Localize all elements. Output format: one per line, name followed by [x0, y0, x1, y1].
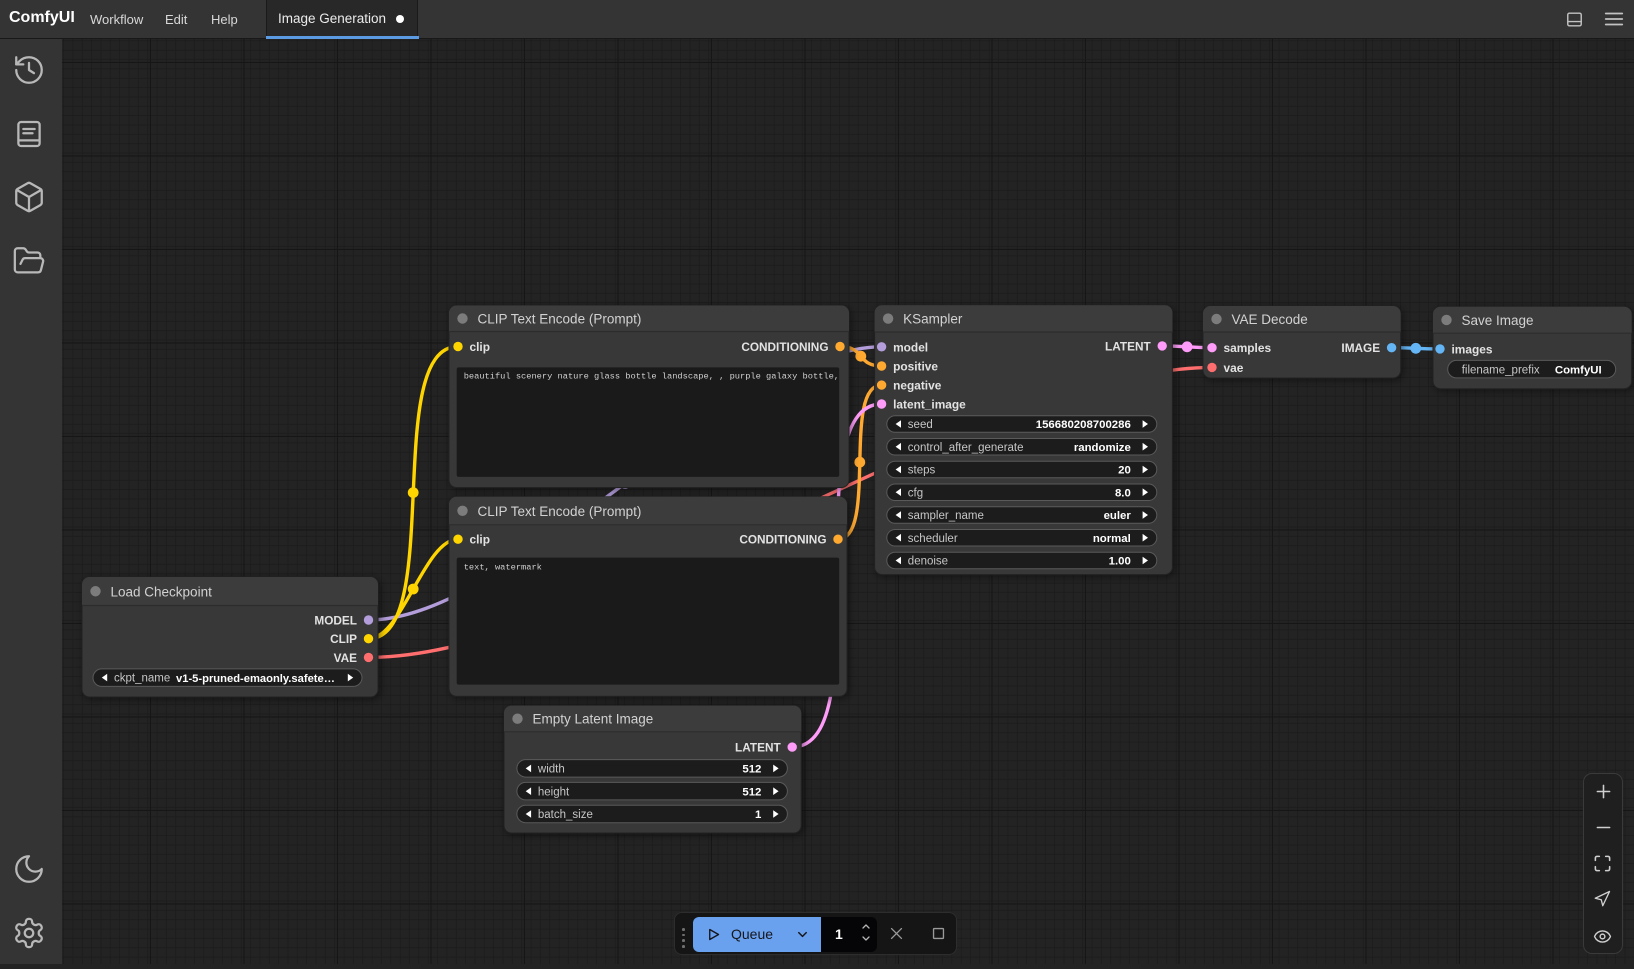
svg-text:IMAGE: IMAGE [1341, 341, 1380, 355]
svg-text:v1-5-pruned-emaonly.safete…: v1-5-pruned-emaonly.safete… [176, 673, 335, 685]
svg-text:VAE Decode: VAE Decode [1232, 312, 1308, 327]
svg-text:CONDITIONING: CONDITIONING [741, 340, 828, 354]
svg-text:CLIP: CLIP [330, 632, 357, 646]
svg-text:steps: steps [908, 465, 936, 477]
svg-text:156680208700286: 156680208700286 [1036, 419, 1131, 431]
svg-text:negative: negative [893, 379, 942, 393]
svg-text:text, watermark: text, watermark [464, 563, 542, 573]
svg-text:LATENT: LATENT [1105, 339, 1151, 353]
svg-text:normal: normal [1093, 533, 1131, 545]
svg-text:randomize: randomize [1074, 442, 1131, 454]
svg-text:batch_size: batch_size [538, 809, 593, 821]
svg-text:VAE: VAE [334, 651, 358, 665]
svg-text:images: images [1452, 342, 1493, 356]
svg-text:clip: clip [470, 533, 490, 547]
svg-text:latent_image: latent_image [893, 398, 966, 412]
svg-text:512: 512 [742, 786, 761, 798]
svg-text:denoise: denoise [908, 556, 948, 568]
svg-text:filename_prefix: filename_prefix [1462, 364, 1540, 376]
svg-text:Load Checkpoint: Load Checkpoint [111, 584, 213, 599]
svg-text:Save Image: Save Image [1462, 313, 1534, 328]
svg-text:sampler_name: sampler_name [908, 510, 984, 522]
svg-text:beautiful scenery nature glass: beautiful scenery nature glass bottle la… [464, 372, 839, 382]
svg-text:CLIP Text Encode (Prompt): CLIP Text Encode (Prompt) [478, 504, 642, 519]
svg-text:vae: vae [1224, 361, 1244, 375]
svg-text:KSampler: KSampler [903, 312, 963, 327]
svg-text:20: 20 [1118, 465, 1131, 477]
svg-text:1: 1 [755, 809, 762, 821]
svg-text:1.00: 1.00 [1109, 556, 1131, 568]
svg-text:euler: euler [1104, 510, 1132, 522]
svg-text:ComfyUI: ComfyUI [1555, 364, 1602, 376]
svg-text:512: 512 [742, 764, 761, 776]
svg-text:8.0: 8.0 [1115, 487, 1131, 499]
svg-text:cfg: cfg [908, 487, 923, 499]
svg-text:CLIP Text Encode (Prompt): CLIP Text Encode (Prompt) [478, 312, 642, 327]
svg-text:samples: samples [1224, 341, 1272, 355]
svg-text:scheduler: scheduler [908, 533, 958, 545]
svg-text:MODEL: MODEL [314, 614, 357, 628]
svg-text:width: width [537, 764, 565, 776]
svg-text:model: model [893, 340, 928, 354]
svg-text:Empty Latent Image: Empty Latent Image [533, 712, 654, 727]
svg-text:control_after_generate: control_after_generate [908, 442, 1024, 454]
svg-text:seed: seed [908, 419, 933, 431]
svg-text:CONDITIONING: CONDITIONING [739, 533, 826, 547]
svg-text:LATENT: LATENT [735, 741, 781, 755]
svg-text:clip: clip [470, 340, 490, 354]
svg-text:height: height [538, 786, 570, 798]
svg-text:positive: positive [893, 360, 938, 374]
svg-text:ckpt_name: ckpt_name [114, 673, 170, 685]
